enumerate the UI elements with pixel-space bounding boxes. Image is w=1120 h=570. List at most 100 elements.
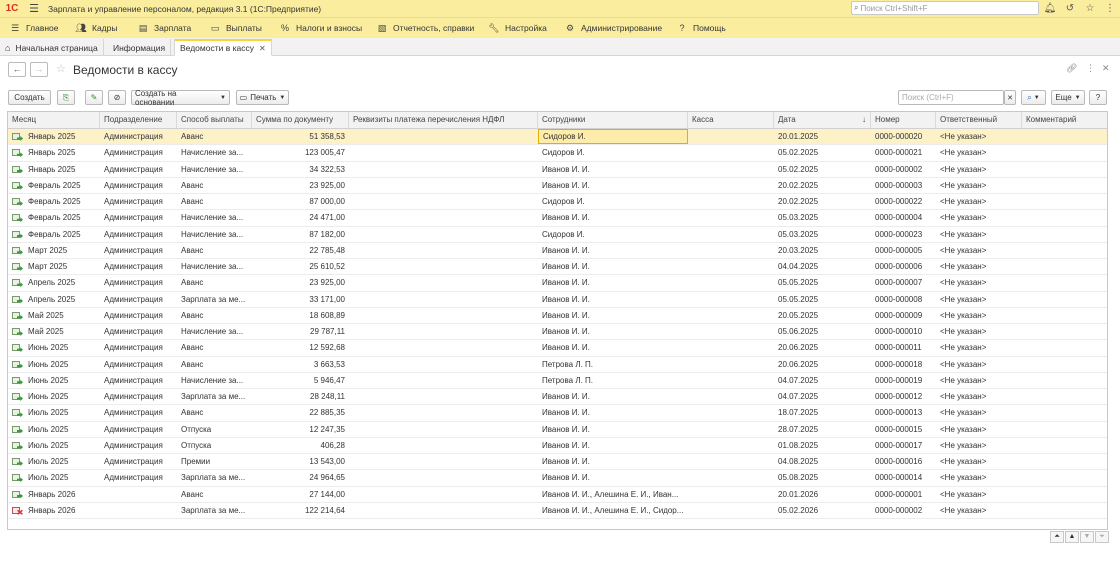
cell-department[interactable]: Администрация: [100, 389, 177, 405]
menu-item-main[interactable]: ☰ Главное: [8, 18, 59, 38]
cell-responsible[interactable]: <Не указан>: [936, 275, 1022, 291]
bell-icon[interactable]: 🔔︎: [1040, 0, 1060, 17]
cell-employees[interactable]: Иванов И. И.: [538, 259, 688, 275]
cell-amount[interactable]: 23 925,00: [252, 178, 349, 194]
cell-department[interactable]: [100, 503, 177, 519]
cell-ndfl-details[interactable]: [349, 308, 538, 324]
cell-ndfl-details[interactable]: [349, 129, 538, 145]
cell-responsible[interactable]: <Не указан>: [936, 405, 1022, 421]
cell-date[interactable]: 20.01.2025: [774, 129, 871, 145]
cell-employees[interactable]: Иванов И. И.: [538, 405, 688, 421]
cell-payment-method[interactable]: Зарплата за ме...: [177, 503, 252, 519]
cell-payment-method[interactable]: Аванс: [177, 129, 252, 145]
cell-ndfl-details[interactable]: [349, 324, 538, 340]
cell-month[interactable]: Февраль 2025: [24, 227, 100, 243]
cell-responsible[interactable]: <Не указан>: [936, 292, 1022, 308]
cell-comment[interactable]: [1022, 162, 1107, 178]
attach-button[interactable]: ⊘: [108, 90, 126, 105]
cell-number[interactable]: 0000-000007: [871, 275, 936, 291]
table-row[interactable]: Июнь 2025 Администрация Зарплата за ме... 2…: [8, 389, 1107, 406]
cell-department[interactable]: Администрация: [100, 227, 177, 243]
cell-department[interactable]: Администрация: [100, 275, 177, 291]
cell-date[interactable]: 20.02.2025: [774, 194, 871, 210]
menu-item-admin[interactable]: ⚙ Администрирование: [563, 18, 662, 38]
cell-comment[interactable]: [1022, 324, 1107, 340]
cell-date[interactable]: 20.05.2025: [774, 308, 871, 324]
column-header-cashbox[interactable]: Касса: [688, 112, 774, 128]
cell-number[interactable]: 0000-000008: [871, 292, 936, 308]
cell-amount[interactable]: 22 785,48: [252, 243, 349, 259]
cell-department[interactable]: Администрация: [100, 373, 177, 389]
table-row[interactable]: Январь 2025 Администрация Начисление за...…: [8, 145, 1107, 162]
cell-number[interactable]: 0000-000001: [871, 487, 936, 503]
cell-amount[interactable]: 33 171,00: [252, 292, 349, 308]
more-vertical-icon[interactable]: ⋮: [1100, 0, 1120, 17]
cell-number[interactable]: 0000-000013: [871, 405, 936, 421]
cell-payment-method[interactable]: Аванс: [177, 275, 252, 291]
column-header-responsible[interactable]: Ответственный: [936, 112, 1022, 128]
history-icon[interactable]: ↺: [1060, 0, 1080, 17]
link-icon[interactable]: 🔗︎: [1066, 63, 1077, 74]
cell-cashbox[interactable]: [688, 129, 774, 145]
cell-payment-method[interactable]: Аванс: [177, 487, 252, 503]
cell-amount[interactable]: 18 608,89: [252, 308, 349, 324]
cell-comment[interactable]: [1022, 210, 1107, 226]
cell-responsible[interactable]: <Не указан>: [936, 357, 1022, 373]
cell-comment[interactable]: [1022, 503, 1107, 519]
cell-amount[interactable]: 87 182,00: [252, 227, 349, 243]
cell-month[interactable]: Январь 2025: [24, 162, 100, 178]
cell-number[interactable]: 0000-000016: [871, 454, 936, 470]
cell-date[interactable]: 05.03.2025: [774, 210, 871, 226]
cell-payment-method[interactable]: Начисление за...: [177, 145, 252, 161]
cell-amount[interactable]: 51 358,53: [252, 129, 349, 145]
help-button[interactable]: ?: [1089, 90, 1107, 105]
cell-month[interactable]: Апрель 2025: [24, 275, 100, 291]
cell-amount[interactable]: 29 787,11: [252, 324, 349, 340]
cell-date[interactable]: 05.02.2025: [774, 145, 871, 161]
cell-amount[interactable]: 27 144,00: [252, 487, 349, 503]
table-row[interactable]: Июль 2025 Администрация Аванс 22 885,35 Иван…: [8, 405, 1107, 422]
cell-responsible[interactable]: <Не указан>: [936, 454, 1022, 470]
cell-employees[interactable]: Иванов И. И.: [538, 470, 688, 486]
cell-amount[interactable]: 34 322,53: [252, 162, 349, 178]
cell-month[interactable]: Январь 2025: [24, 129, 100, 145]
column-header-ndfl-details[interactable]: Реквизиты платежа перечисления НДФЛ: [349, 112, 538, 128]
cell-number[interactable]: 0000-000017: [871, 438, 936, 454]
cell-payment-method[interactable]: Начисление за...: [177, 373, 252, 389]
cell-department[interactable]: Администрация: [100, 340, 177, 356]
cell-payment-method[interactable]: Начисление за...: [177, 259, 252, 275]
cell-amount[interactable]: 25 610,52: [252, 259, 349, 275]
cell-cashbox[interactable]: [688, 389, 774, 405]
cell-comment[interactable]: [1022, 227, 1107, 243]
cell-number[interactable]: 0000-000011: [871, 340, 936, 356]
cell-cashbox[interactable]: [688, 324, 774, 340]
cell-comment[interactable]: [1022, 194, 1107, 210]
global-search-input[interactable]: ⌕ Поиск Ctrl+Shift+F: [851, 1, 1039, 15]
cell-comment[interactable]: [1022, 389, 1107, 405]
cell-amount[interactable]: 23 925,00: [252, 275, 349, 291]
cell-responsible[interactable]: <Не указан>: [936, 373, 1022, 389]
cell-amount[interactable]: 406,28: [252, 438, 349, 454]
table-row[interactable]: Январь 2025 Администрация Начисление за...…: [8, 162, 1107, 178]
cell-responsible[interactable]: <Не указан>: [936, 162, 1022, 178]
table-row[interactable]: Июнь 2025 Администрация Аванс 3 663,53 Петро…: [8, 357, 1107, 373]
cell-cashbox[interactable]: [688, 454, 774, 470]
cell-date[interactable]: 04.07.2025: [774, 373, 871, 389]
cell-responsible[interactable]: <Не указан>: [936, 194, 1022, 210]
cell-employees[interactable]: Петрова Л. П.: [538, 373, 688, 389]
menu-item-reports[interactable]: ▧ Отчетность, справки: [375, 18, 475, 38]
cell-amount[interactable]: 3 663,53: [252, 357, 349, 373]
create-based-on-button[interactable]: Создать на основании ▼: [131, 89, 230, 107]
cell-responsible[interactable]: <Не указан>: [936, 243, 1022, 259]
cell-comment[interactable]: [1022, 438, 1107, 454]
cell-employees[interactable]: Иванов И. И.: [538, 308, 688, 324]
cell-date[interactable]: 20.02.2025: [774, 178, 871, 194]
cell-amount[interactable]: 122 214,64: [252, 503, 349, 519]
column-header-comment[interactable]: Комментарий: [1022, 112, 1107, 128]
cell-department[interactable]: Администрация: [100, 162, 177, 178]
cell-ndfl-details[interactable]: [349, 194, 538, 210]
cell-cashbox[interactable]: [688, 503, 774, 519]
cell-ndfl-details[interactable]: [349, 470, 538, 486]
cell-ndfl-details[interactable]: [349, 487, 538, 503]
table-row[interactable]: Апрель 2025 Администрация Аванс 23 925,00 Ив…: [8, 275, 1107, 292]
